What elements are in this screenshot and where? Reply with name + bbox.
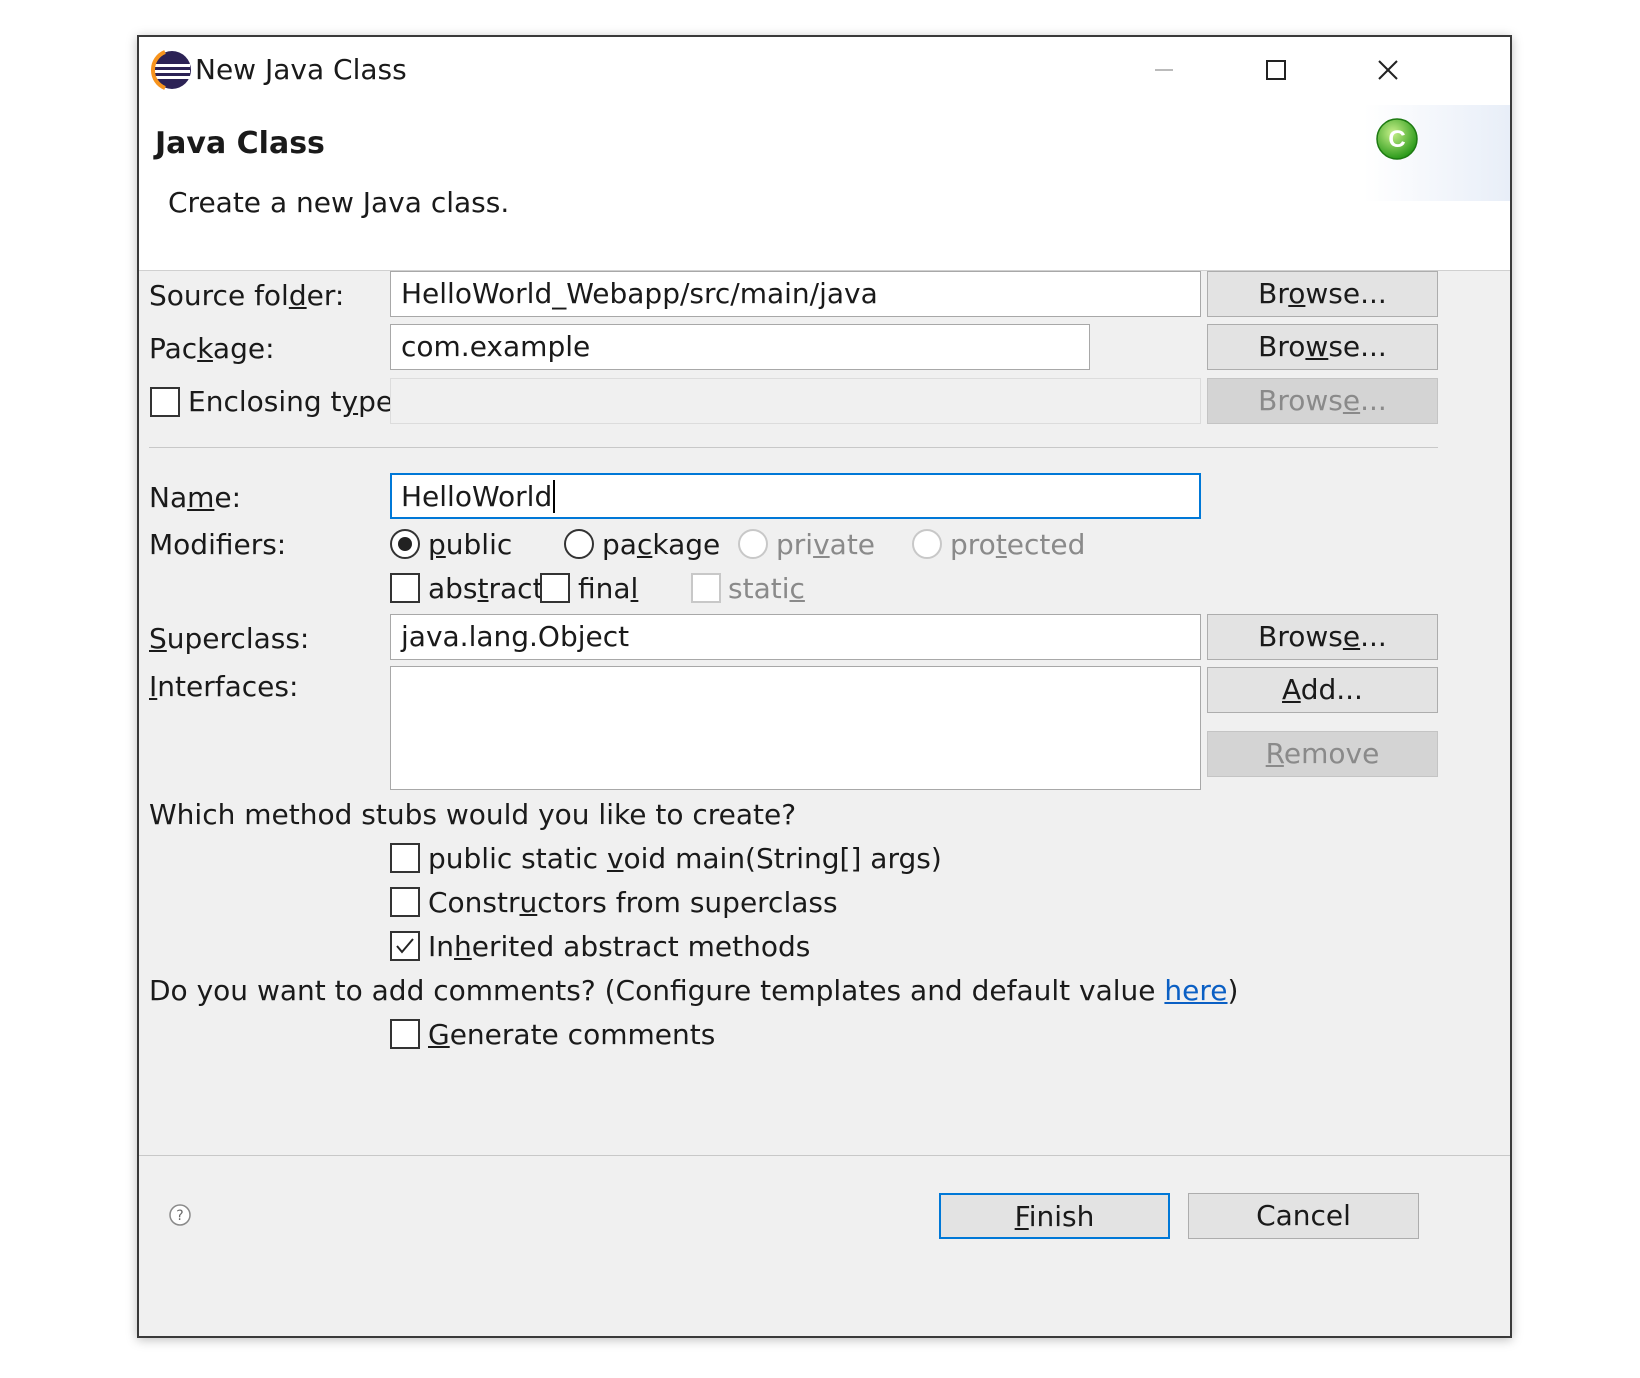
checkmark-icon [396, 938, 414, 954]
help-icon[interactable]: ? [168, 1203, 192, 1227]
modifier-final-checkbox[interactable] [540, 573, 570, 603]
name-input-value: HelloWorld [401, 480, 553, 513]
interfaces-add-button[interactable]: Add... [1207, 667, 1438, 713]
source-folder-label: Source folder: [149, 279, 345, 312]
stub-constructors-checkbox[interactable] [390, 887, 420, 917]
new-class-icon: C [1376, 118, 1418, 160]
name-label: Name: [149, 481, 242, 514]
source-folder-input[interactable]: HelloWorld_Webapp/src/main/java [390, 271, 1201, 317]
modifier-package-radio[interactable] [564, 529, 594, 559]
minimize-icon[interactable] [1153, 59, 1175, 81]
svg-text:C: C [1388, 126, 1405, 153]
modifier-static-label: static [728, 572, 805, 605]
stub-inherited-label: Inherited abstract methods [428, 930, 811, 963]
package-input[interactable]: com.example [390, 324, 1090, 370]
modifier-package-label: package [602, 528, 721, 561]
interfaces-list[interactable] [390, 666, 1201, 790]
eclipse-icon [151, 50, 191, 90]
modifier-private-label: private [776, 528, 876, 561]
text-cursor [553, 480, 556, 513]
stub-main-checkbox[interactable] [390, 843, 420, 873]
generate-comments-checkbox[interactable] [390, 1019, 420, 1049]
window-title: New Java Class [195, 53, 407, 86]
cancel-button[interactable]: Cancel [1188, 1193, 1419, 1239]
svg-text:?: ? [176, 1208, 183, 1224]
finish-button[interactable]: Finish [939, 1193, 1170, 1239]
footer-separator [139, 1155, 1510, 1156]
source-folder-browse-button[interactable]: Browse... [1207, 271, 1438, 317]
separator [149, 447, 1438, 448]
page-title: Java Class [155, 126, 325, 161]
dialog-header: New Java Class C Java Class Create a new… [139, 37, 1510, 271]
modifiers-label: Modifiers: [149, 528, 287, 561]
modifier-protected-radio[interactable] [912, 529, 942, 559]
superclass-label: Superclass: [149, 622, 310, 655]
name-input[interactable]: HelloWorld [390, 473, 1201, 519]
package-label: Package: [149, 332, 275, 365]
new-java-class-dialog: New Java Class C Java Class Create a new… [137, 35, 1512, 1338]
modifier-public-label: public [428, 528, 513, 561]
configure-templates-link[interactable]: here [1164, 974, 1227, 1007]
modifier-static-checkbox[interactable] [691, 573, 721, 603]
stub-main-label: public static void main(String[] args) [428, 842, 942, 875]
page-description: Create a new Java class. [168, 186, 510, 219]
modifier-private-radio[interactable] [738, 529, 768, 559]
enclosing-type-label: Enclosing type: [188, 385, 403, 418]
stub-inherited-checkbox[interactable] [390, 931, 420, 961]
modifier-final-label: final [578, 572, 639, 605]
enclosing-type-input[interactable] [390, 378, 1201, 424]
generate-comments-label: Generate comments [428, 1018, 716, 1051]
stubs-question: Which method stubs would you like to cre… [149, 798, 797, 831]
maximize-icon[interactable] [1265, 59, 1287, 81]
comments-question: Do you want to add comments? (Configure … [149, 971, 1238, 1011]
radio-selected-dot [398, 537, 412, 551]
interfaces-remove-button[interactable]: Remove [1207, 731, 1438, 777]
package-browse-button[interactable]: Browse... [1207, 324, 1438, 370]
modifier-abstract-label: abstract [428, 572, 544, 605]
modifier-protected-label: protected [950, 528, 1086, 561]
comments-question-suffix: ) [1227, 974, 1239, 1007]
enclosing-type-checkbox[interactable] [150, 387, 180, 417]
comments-question-prefix: Do you want to add comments? (Configure … [149, 974, 1165, 1007]
interfaces-label: Interfaces: [149, 670, 299, 703]
superclass-browse-button[interactable]: Browse... [1207, 614, 1438, 660]
stub-constructors-label: Constructors from superclass [428, 886, 838, 919]
close-icon[interactable] [1377, 59, 1399, 81]
superclass-input[interactable]: java.lang.Object [390, 614, 1201, 660]
modifier-abstract-checkbox[interactable] [390, 573, 420, 603]
enclosing-type-browse-button[interactable]: Browse... [1207, 378, 1438, 424]
modifier-public-radio[interactable] [390, 529, 420, 559]
